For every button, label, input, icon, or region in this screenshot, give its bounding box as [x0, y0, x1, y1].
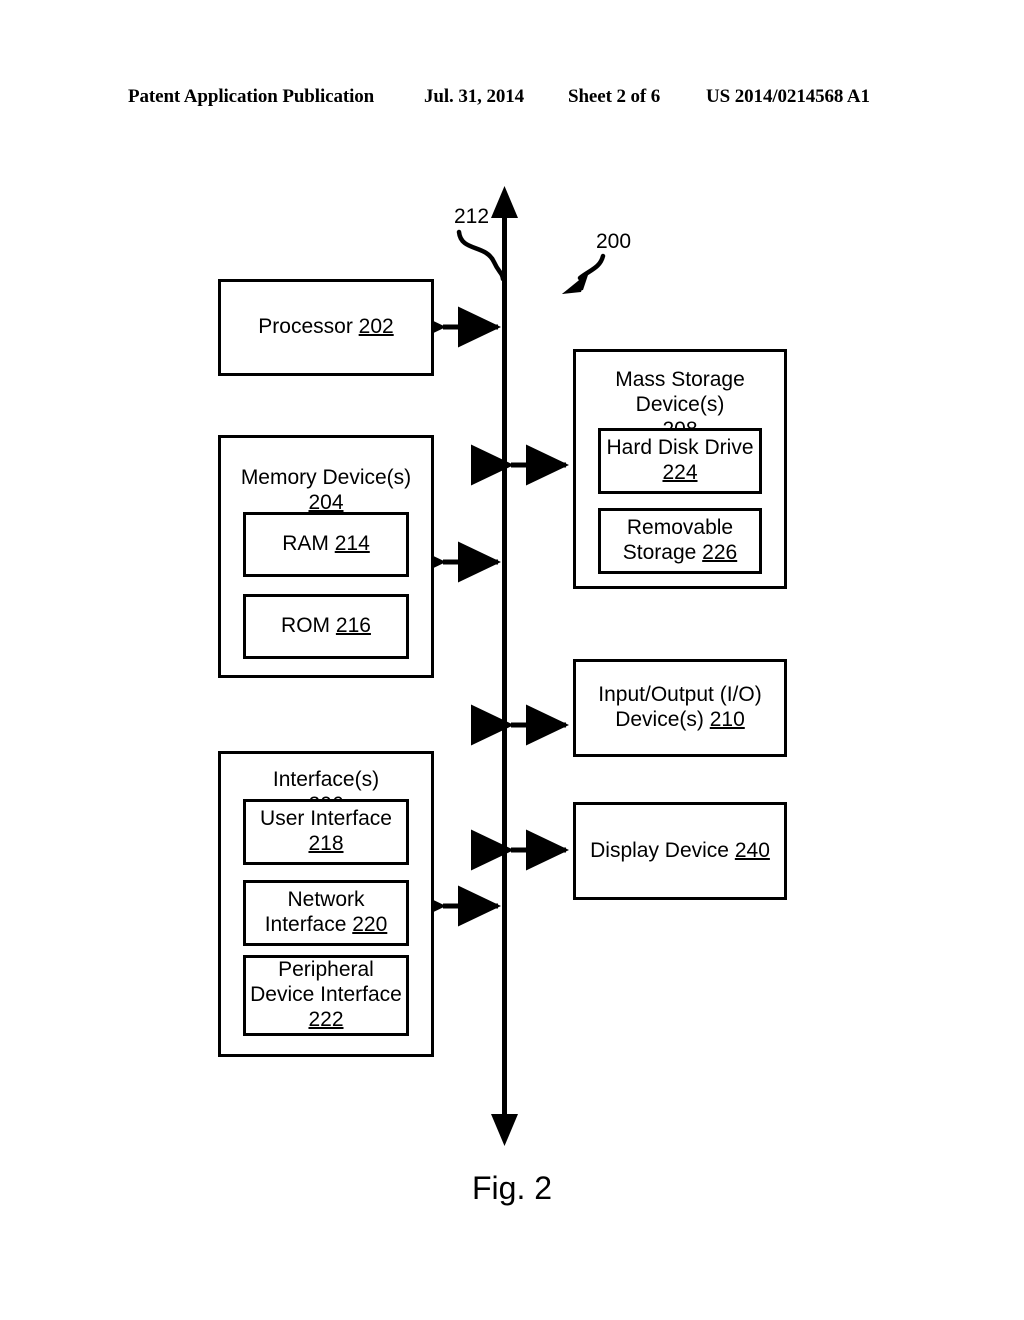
system-bus-line	[491, 186, 518, 1146]
block-hard-disk-drive-label: Hard Disk Drive	[606, 436, 754, 460]
block-removable-storage: Removable Storage 226	[598, 508, 762, 574]
block-interfaces-label: Interface(s)	[272, 768, 380, 791]
system-ref-number: 200	[596, 230, 632, 253]
block-ram-label: RAM	[282, 532, 329, 556]
block-processor-text: Processor 202	[258, 315, 393, 340]
block-ram-ref: 214	[334, 532, 370, 556]
block-processor-ref: 202	[358, 315, 394, 339]
block-removable-storage-ref: 226	[702, 541, 738, 564]
block-io-devices: Input/Output (I/O) Device(s) 210	[573, 659, 787, 757]
block-ram-text: RAM 214	[282, 532, 370, 557]
block-io-devices-text: Input/Output (I/O) Device(s) 210	[598, 683, 761, 733]
block-peripheral-device-interface-label: Peripheral Device Interface	[250, 958, 402, 1007]
block-interfaces: Interface(s) 206 User Interface218 Netwo…	[218, 751, 434, 1057]
block-rom-text: ROM 216	[281, 614, 371, 639]
block-hard-disk-drive-ref: 224	[662, 461, 698, 484]
block-user-interface-label: User Interface	[260, 807, 392, 831]
block-display-device-ref: 240	[734, 838, 770, 862]
block-network-interface-text: Network Interface 220	[265, 888, 388, 938]
block-hard-disk-drive: Hard Disk Drive 224	[598, 428, 762, 494]
block-user-interface: User Interface 218	[243, 799, 409, 865]
block-network-interface: Network Interface 220	[243, 880, 409, 946]
bus-ref-number: 212	[454, 205, 490, 228]
block-memory-devices-text: Memory Device(s) 204	[221, 466, 431, 516]
block-rom-ref: 216	[335, 614, 371, 638]
block-memory-devices: Memory Device(s) 204 RAM 214 ROM 216	[218, 435, 434, 678]
figure-caption: Fig. 2	[471, 1170, 553, 1206]
system-ref-leader	[562, 253, 606, 294]
block-display-device-text: Display Device 240	[590, 839, 770, 864]
block-processor: Processor 202	[218, 279, 434, 376]
block-rom: ROM 216	[243, 594, 409, 659]
block-removable-storage-text: Removable Storage 226	[623, 516, 737, 566]
block-mass-storage-devices: Mass Storage Device(s) 208 Hard Disk Dri…	[573, 349, 787, 589]
block-hard-disk-drive-text: Hard Disk Drive 224	[606, 436, 753, 486]
block-io-devices-ref: 210	[709, 708, 745, 731]
block-display-device-label: Display Device	[590, 838, 729, 862]
block-peripheral-device-interface-ref: 222	[308, 1007, 344, 1031]
block-peripheral-device-interface-text: Peripheral Device Interface 222	[250, 958, 402, 1032]
block-processor-label: Processor	[258, 315, 353, 339]
block-peripheral-device-interface: Peripheral Device Interface 222	[243, 955, 409, 1036]
block-user-interface-text: User Interface 218	[260, 807, 392, 857]
figure-diagram	[0, 0, 1024, 1320]
block-memory-devices-ref: 204	[308, 490, 344, 514]
bus-ref-leader	[456, 229, 506, 282]
block-network-interface-label: Network Interface	[264, 888, 365, 936]
block-memory-devices-label: Memory Device(s)	[240, 466, 412, 489]
block-mass-storage-devices-label: Mass Storage Device(s)	[615, 368, 745, 416]
block-rom-label: ROM	[281, 614, 331, 638]
block-network-interface-ref: 220	[352, 913, 388, 936]
block-ram: RAM 214	[243, 512, 409, 577]
block-display-device: Display Device 240	[573, 802, 787, 900]
block-user-interface-ref: 218	[308, 832, 344, 855]
